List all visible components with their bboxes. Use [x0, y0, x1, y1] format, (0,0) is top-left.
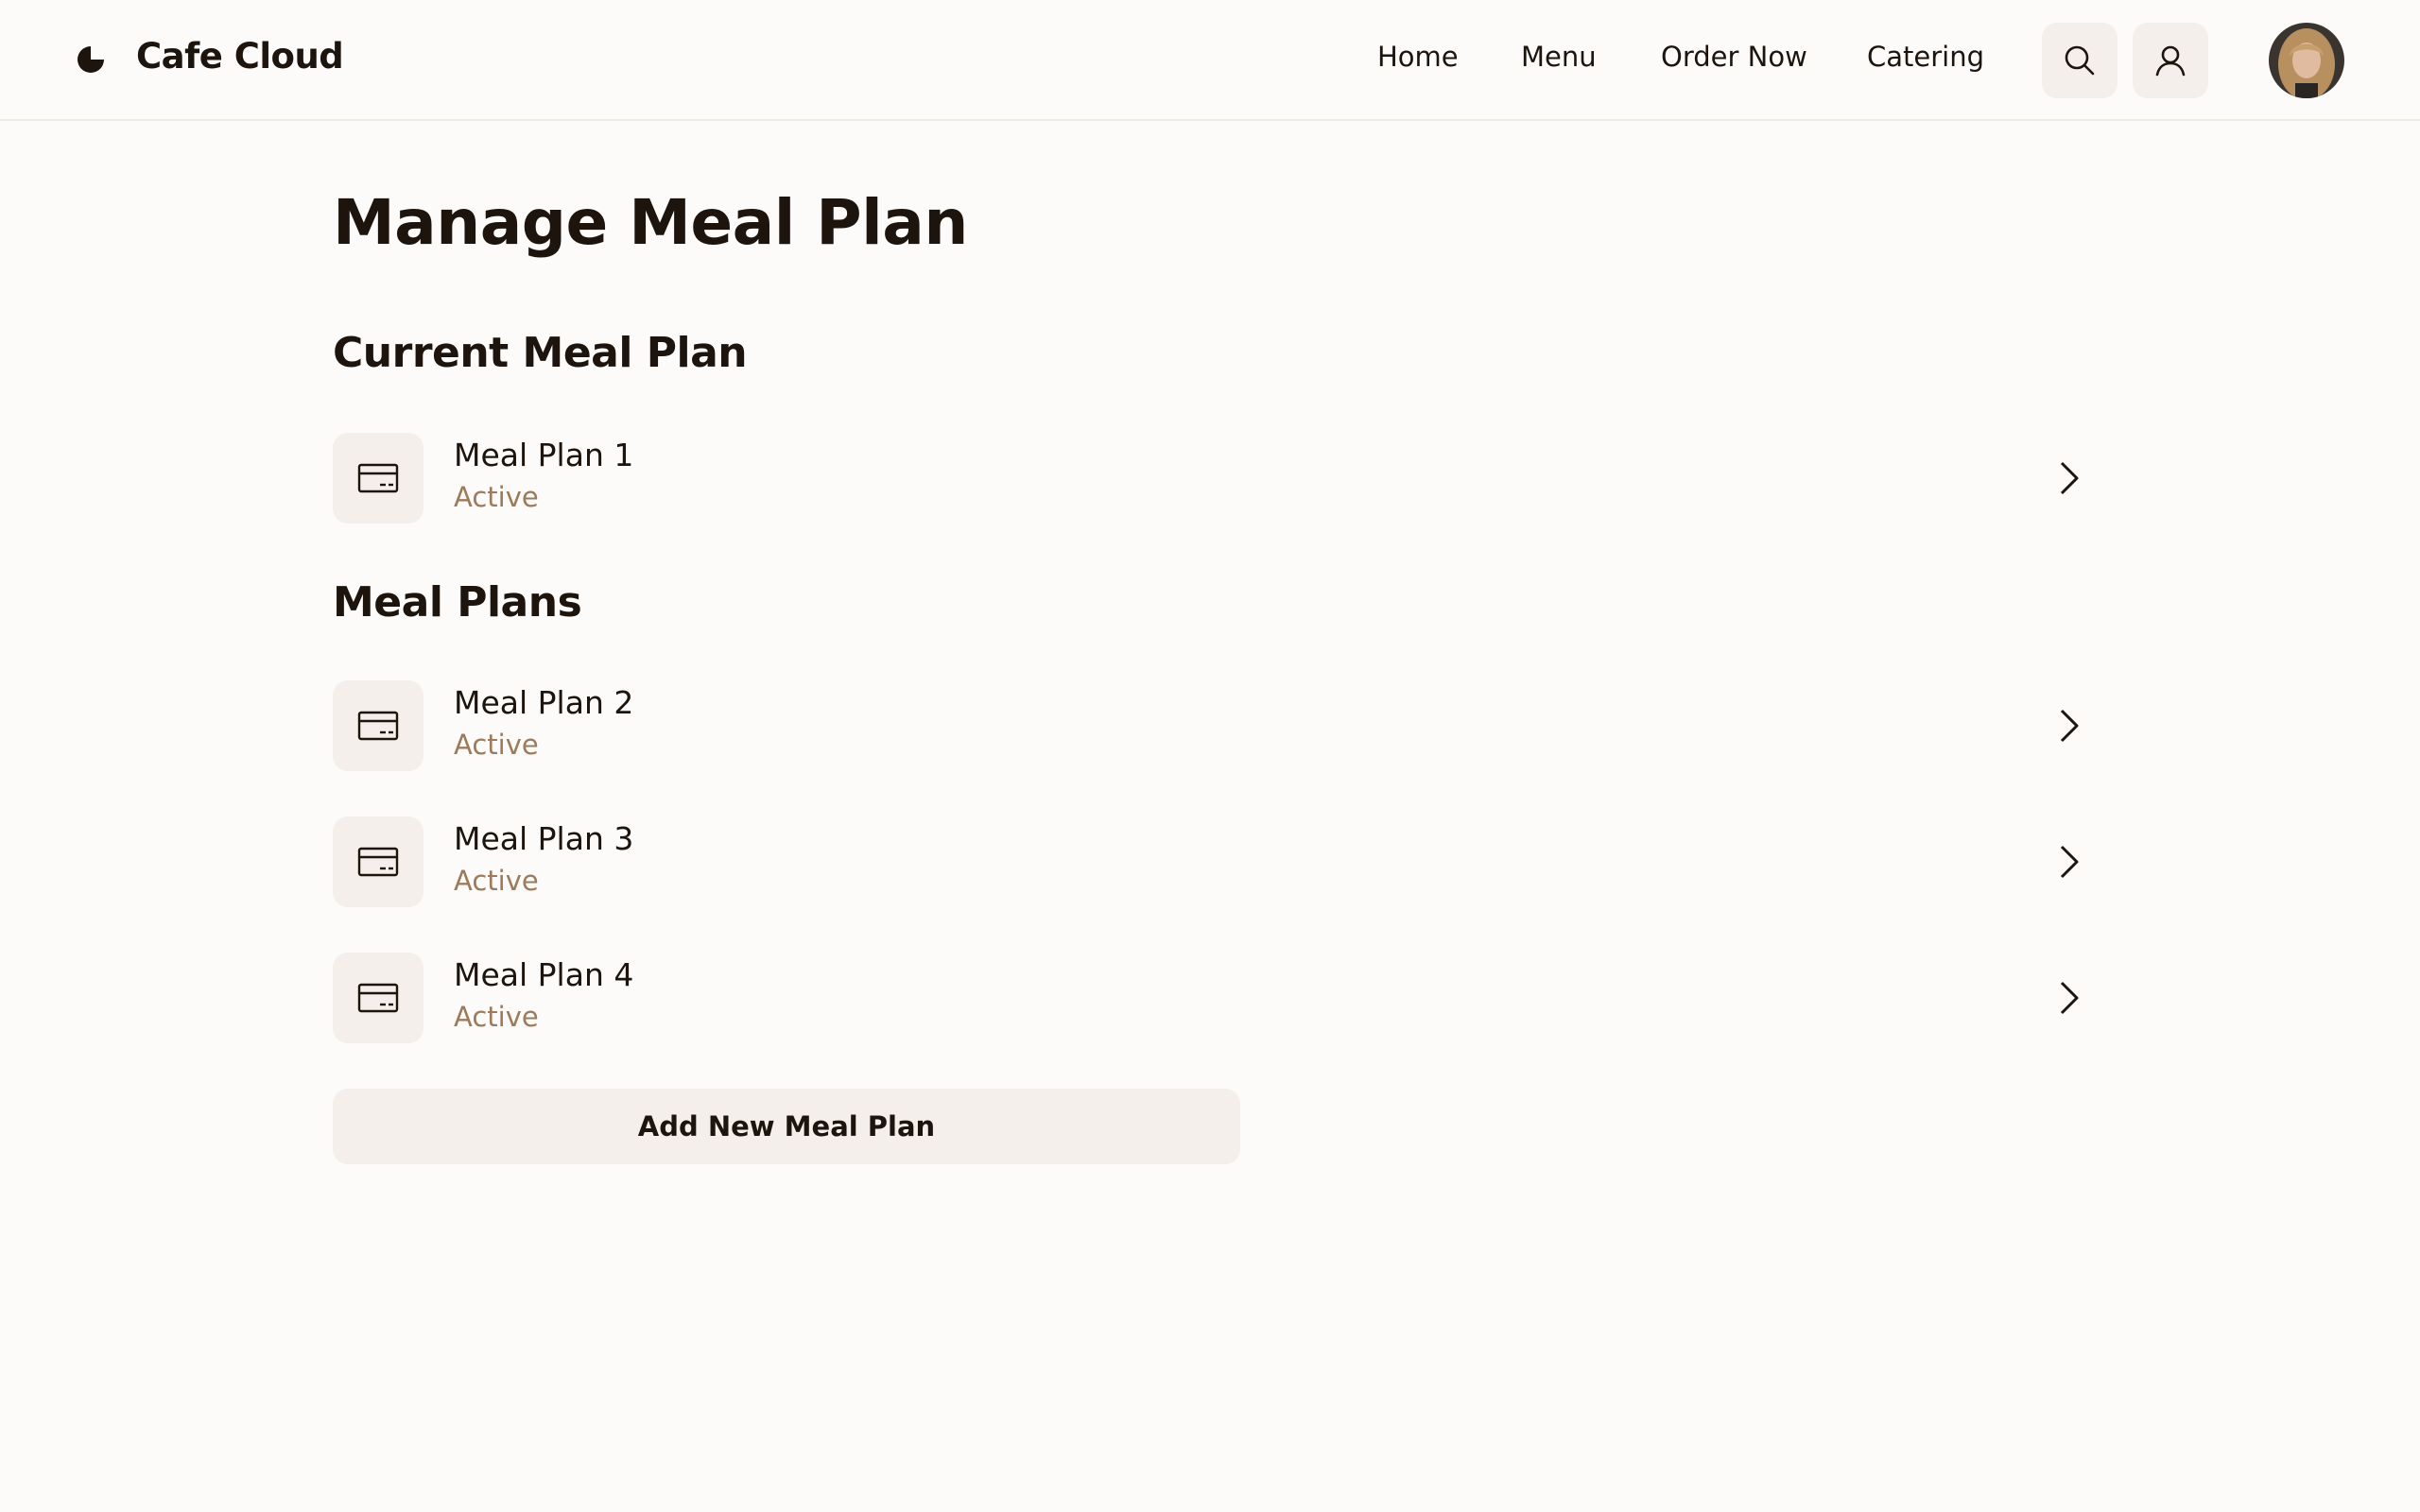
plan-icon-container	[333, 816, 424, 907]
plan-status: Active	[454, 1001, 539, 1033]
nav-menu[interactable]: Menu	[1521, 28, 1597, 85]
meal-plan-row[interactable]: Meal Plan 2 Active	[333, 680, 2087, 771]
chevron-right-icon	[2060, 845, 2079, 879]
plan-icon-container	[333, 953, 424, 1043]
account-button[interactable]	[2133, 23, 2208, 98]
plan-icon-container	[333, 680, 424, 771]
brand-name[interactable]: Cafe Cloud	[136, 28, 344, 85]
search-button[interactable]	[2042, 23, 2118, 98]
page-title: Manage Meal Plan	[333, 186, 968, 259]
plan-status: Active	[454, 481, 539, 513]
meal-plans-heading: Meal Plans	[333, 578, 582, 627]
plan-icon-container	[333, 433, 424, 524]
user-icon	[2155, 45, 2186, 77]
credit-card-icon	[357, 983, 399, 1013]
plan-name: Meal Plan 2	[454, 684, 634, 721]
avatar[interactable]	[2269, 23, 2344, 98]
current-meal-plan-row[interactable]: Meal Plan 1 Active	[333, 433, 2087, 524]
credit-card-icon	[357, 711, 399, 741]
meal-plan-row[interactable]: Meal Plan 4 Active	[333, 953, 2087, 1043]
plan-status: Active	[454, 865, 539, 897]
top-navbar: Cafe Cloud Home Menu Order Now Catering	[0, 0, 2420, 121]
nav-home[interactable]: Home	[1377, 28, 1459, 85]
user-photo	[2269, 23, 2344, 98]
plan-name: Meal Plan 4	[454, 956, 634, 993]
credit-card-icon	[357, 463, 399, 493]
plan-name: Meal Plan 1	[454, 437, 634, 473]
current-plan-heading: Current Meal Plan	[333, 329, 748, 377]
chevron-right-icon	[2060, 709, 2079, 743]
plan-status: Active	[454, 729, 539, 761]
nav-order-now[interactable]: Order Now	[1661, 28, 1807, 85]
meal-plan-row[interactable]: Meal Plan 3 Active	[333, 816, 2087, 907]
add-meal-plan-button[interactable]: Add New Meal Plan	[333, 1089, 1240, 1164]
chevron-right-icon	[2060, 461, 2079, 495]
nav-catering[interactable]: Catering	[1867, 28, 1984, 85]
search-icon	[2065, 45, 2095, 76]
chevron-right-icon	[2060, 981, 2079, 1015]
plan-name: Meal Plan 3	[454, 820, 634, 857]
cafe-cloud-logo-icon	[78, 46, 104, 73]
credit-card-icon	[357, 847, 399, 877]
